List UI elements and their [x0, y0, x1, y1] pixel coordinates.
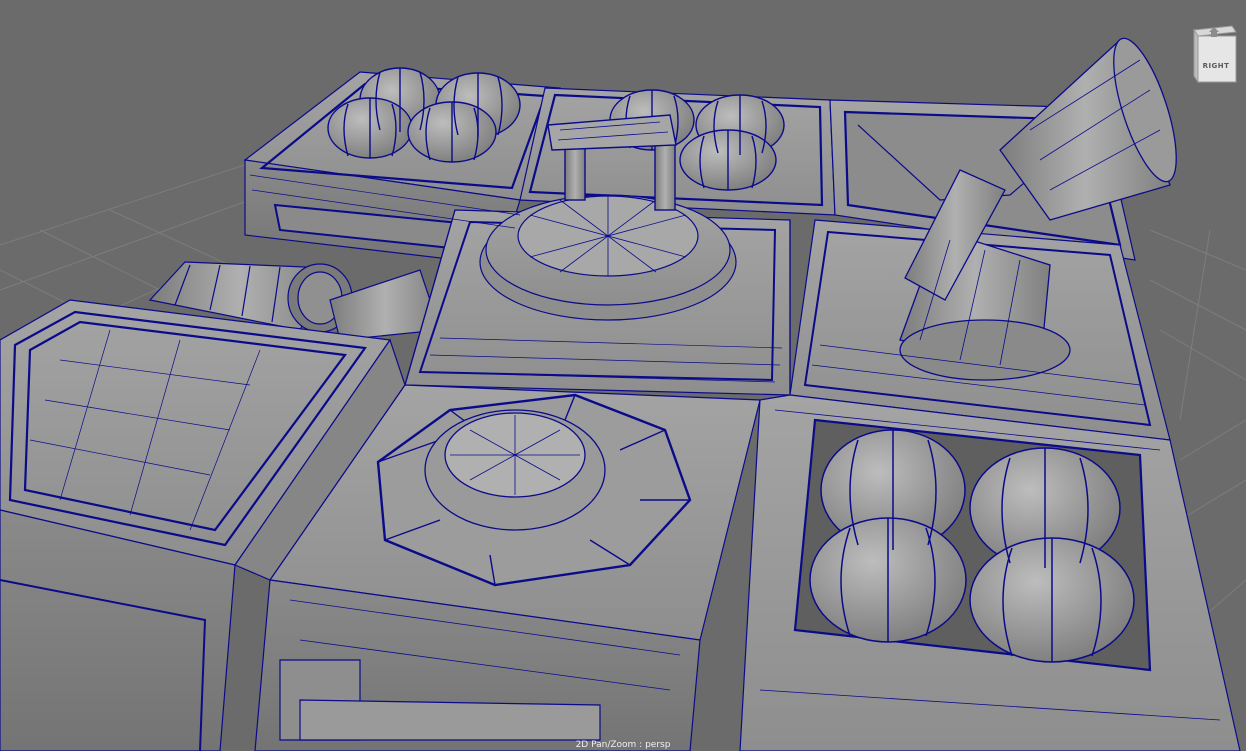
scene-wireframe-on-shaded[interactable] [0, 0, 1246, 751]
cannon-barrels [899, 37, 1177, 381]
viewcube-face-label[interactable]: RIGHT [1197, 62, 1235, 70]
center-hatch-ring [479, 194, 737, 321]
home-icon[interactable] [1208, 26, 1220, 38]
maya-viewport-persp[interactable]: RIGHT 2D Pan/Zoom : persp [0, 0, 1246, 751]
viewcube[interactable]: RIGHT [1188, 22, 1240, 88]
